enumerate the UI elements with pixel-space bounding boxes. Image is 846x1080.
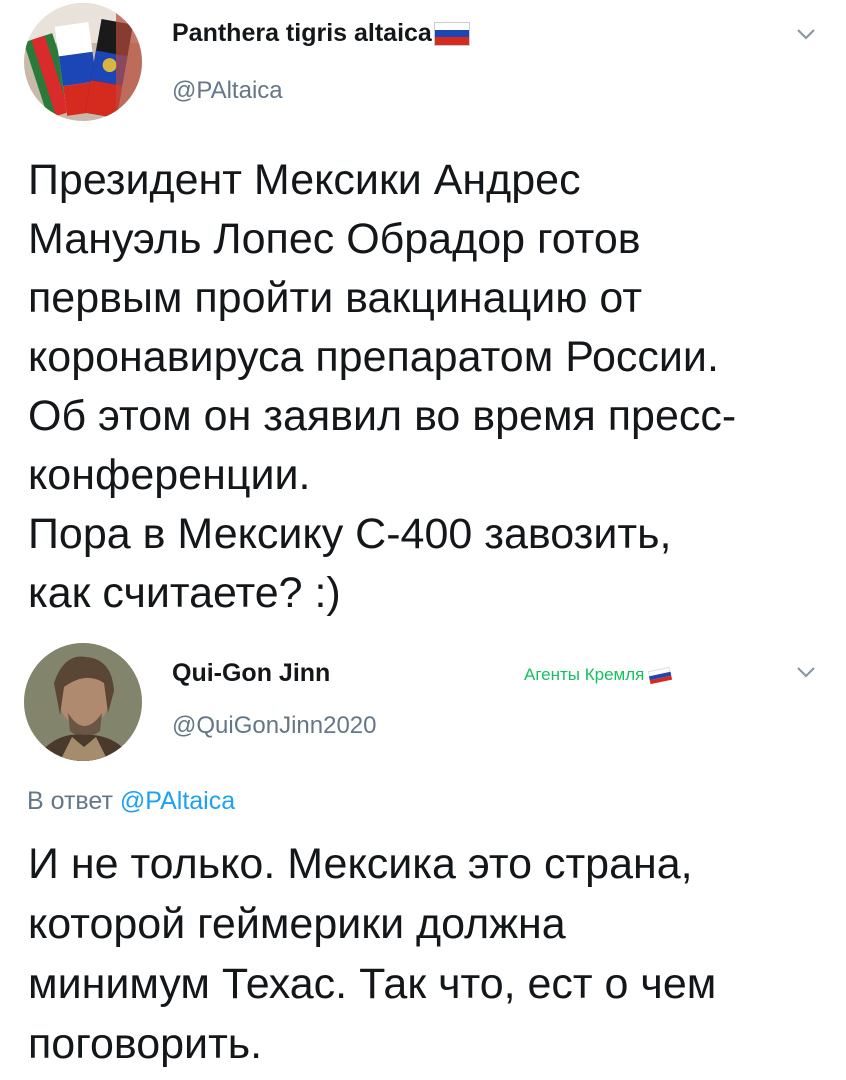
display-name[interactable]: Panthera tigris altaica: [172, 19, 470, 48]
chevron-down-icon[interactable]: [795, 664, 817, 680]
reply-prefix: В ответ: [27, 787, 113, 815]
chevron-down-icon[interactable]: [795, 26, 817, 42]
handle[interactable]: @PAltaica: [172, 77, 283, 105]
avatar[interactable]: [24, 643, 142, 761]
affiliation-badge: Агенты Кремля: [524, 665, 673, 685]
reply-context: В ответ @PAltaica: [27, 787, 235, 816]
tweet-text: И не только. Мексика это страна, которой…: [28, 840, 717, 1068]
tweet-text: Президент Мексики Андрес Мануэль Лопес О…: [28, 156, 737, 617]
handle[interactable]: @QuiGonJinn2020: [172, 712, 377, 740]
affiliation-badge-label: Агенты Кремля: [524, 665, 645, 684]
tweet-original: Panthera tigris altaica @PAltaica Презид…: [0, 0, 846, 640]
tweet-reply: Qui-Gon Jinn Агенты Кремля @QuiGonJinn20…: [0, 640, 846, 1080]
reply-mention-link[interactable]: @PAltaica: [120, 787, 235, 815]
russian-flag-icon: [433, 22, 470, 47]
avatar-flags-image: [24, 3, 142, 121]
russian-flag-icon: [648, 666, 673, 685]
avatar[interactable]: [24, 3, 142, 121]
avatar-portrait-image: [24, 643, 142, 761]
display-name[interactable]: Qui-Gon Jinn: [172, 659, 330, 688]
display-name-text: Panthera tigris altaica: [172, 19, 432, 47]
